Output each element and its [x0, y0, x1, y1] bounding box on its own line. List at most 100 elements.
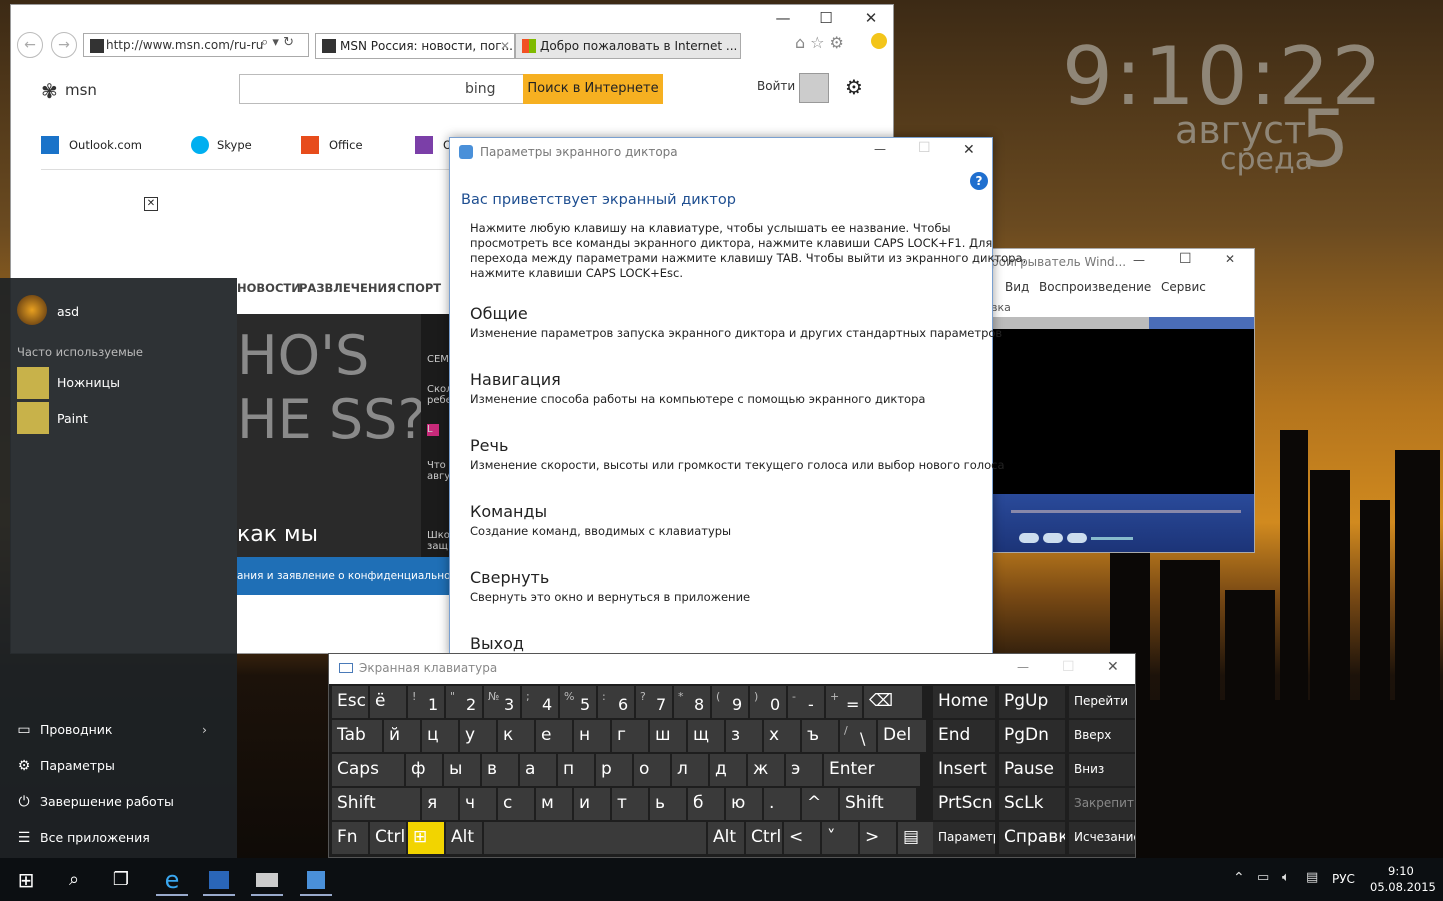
gear-icon[interactable]: ⚙	[845, 75, 863, 99]
key[interactable]: е	[536, 720, 572, 752]
key[interactable]: ⌫	[864, 686, 922, 718]
key[interactable]: ! 1	[408, 686, 444, 718]
smiley-icon[interactable]	[871, 33, 887, 49]
volume-icon[interactable]	[1067, 533, 1087, 543]
key[interactable]: Enter	[824, 754, 920, 786]
key[interactable]: щ	[688, 720, 724, 752]
start-explorer[interactable]: ▭ Проводник ›	[0, 714, 237, 746]
side-snippet[interactable]: Скол ребе	[427, 384, 451, 406]
windows-start-icon[interactable]: ⊞	[10, 864, 42, 896]
key[interactable]: Caps	[332, 754, 404, 786]
close-icon[interactable]: ✕	[1225, 252, 1235, 266]
tray-time[interactable]: 9:10	[1388, 864, 1414, 878]
key[interactable]: д	[710, 754, 746, 786]
section-minimize[interactable]: Свернуть	[470, 568, 549, 587]
osk-taskbar-icon[interactable]	[251, 864, 283, 896]
side-snippet[interactable]: Шко защ	[427, 530, 450, 552]
key[interactable]: >	[860, 822, 896, 854]
key[interactable]: м	[536, 788, 572, 820]
key[interactable]: Del	[878, 720, 926, 752]
nav-news[interactable]: НОВОСТИ	[237, 281, 301, 295]
key[interactable]: " 2	[446, 686, 482, 718]
privacy-banner[interactable]: ания и заявление о конфиденциальност	[237, 557, 451, 595]
nav-key[interactable]: Исчезание	[1069, 822, 1135, 854]
search-icon[interactable]: ⌕	[58, 864, 90, 896]
app-paint[interactable]: Paint	[57, 411, 88, 426]
search-input[interactable]: bing	[239, 74, 529, 104]
key[interactable]: № 3	[484, 686, 520, 718]
close-tab-icon[interactable]: ✕	[500, 34, 510, 58]
key[interactable]: * 8	[674, 686, 710, 718]
close-icon[interactable]: ✕	[851, 5, 891, 31]
side-snippet[interactable]: Что авгу	[427, 460, 450, 482]
video-area[interactable]	[991, 329, 1254, 494]
user-name[interactable]: asd	[57, 304, 79, 319]
language-indicator[interactable]: РУС	[1332, 872, 1355, 886]
key[interactable]: о	[634, 754, 670, 786]
login-link[interactable]: Войти	[757, 79, 795, 93]
nav-entertainment[interactable]: РАЗВЛЕЧЕНИЯ	[299, 281, 396, 295]
minimize-icon[interactable]: —	[874, 142, 886, 156]
section-commands[interactable]: Команды	[470, 502, 547, 521]
nav-sport[interactable]: СПОРТ	[397, 281, 441, 295]
avatar[interactable]	[799, 73, 829, 103]
key[interactable]: ш	[650, 720, 686, 752]
section-exit[interactable]: Выход	[470, 634, 524, 653]
key[interactable]: я	[422, 788, 458, 820]
key[interactable]: ц	[422, 720, 458, 752]
tab-welcome[interactable]: Добро пожаловать в Internet ...	[515, 33, 741, 59]
key[interactable]: у	[460, 720, 496, 752]
key[interactable]: с	[498, 788, 534, 820]
key[interactable]: ю	[726, 788, 762, 820]
menu-playback[interactable]: Воспроизведение	[1039, 280, 1151, 294]
msn-logo[interactable]: msn	[65, 81, 97, 99]
key[interactable]: ъ	[802, 720, 838, 752]
nav-key[interactable]: ScLk	[999, 788, 1065, 820]
nav-key[interactable]: Закрепить	[1069, 788, 1135, 820]
start-settings[interactable]: ⚙ Параметры	[0, 750, 237, 782]
key[interactable]: х	[764, 720, 800, 752]
key[interactable]: ) 0	[750, 686, 786, 718]
windows-key[interactable]: ⊞	[408, 822, 444, 854]
key[interactable]: п	[558, 754, 594, 786]
chevron-up-icon[interactable]: ⌃	[1233, 870, 1245, 886]
side-snippet[interactable]: L	[427, 424, 439, 436]
key[interactable]: л	[672, 754, 708, 786]
key[interactable]: Shift	[332, 788, 420, 820]
section-speech[interactable]: Речь	[470, 436, 508, 455]
narrator-taskbar-icon[interactable]	[300, 864, 332, 896]
key[interactable]: а	[520, 754, 556, 786]
back-icon[interactable]: ←	[17, 32, 43, 58]
section-general[interactable]: Общие	[470, 304, 528, 323]
key[interactable]: н	[574, 720, 610, 752]
search-icon[interactable]: ⌕ ▾ ↻	[261, 35, 294, 50]
start-all-apps[interactable]: ☰ Все приложения	[0, 822, 237, 854]
key[interactable]: Shift	[840, 788, 916, 820]
tray-date[interactable]: 05.08.2015	[1370, 880, 1436, 894]
minimize-icon[interactable]: —	[763, 5, 803, 31]
close-icon[interactable]: ✕	[1107, 659, 1119, 675]
key[interactable]: :6	[598, 686, 634, 718]
key[interactable]: и	[574, 788, 610, 820]
menu-settings[interactable]: вка	[991, 301, 1011, 314]
quicklink-office[interactable]: Office	[329, 138, 363, 152]
key[interactable]: .	[764, 788, 800, 820]
maximize-icon[interactable]: ☐	[806, 5, 846, 31]
key[interactable]: э	[786, 754, 822, 786]
nav-key[interactable]: Insert	[933, 754, 995, 786]
key[interactable]: ё	[370, 686, 406, 718]
nav-key[interactable]: PgUp	[999, 686, 1065, 718]
nav-key[interactable]: Вниз	[1069, 754, 1135, 786]
network-icon[interactable]: ▭	[1257, 870, 1269, 885]
key[interactable]: ф	[406, 754, 442, 786]
key[interactable]: в	[482, 754, 518, 786]
maximize-icon[interactable]: ☐	[1179, 251, 1192, 267]
minimize-icon[interactable]: —	[1133, 253, 1145, 267]
key[interactable]: ^	[802, 788, 838, 820]
nav-key[interactable]: Справка	[999, 822, 1065, 854]
next-icon[interactable]	[1043, 533, 1063, 543]
key[interactable]: к	[498, 720, 534, 752]
volume-icon[interactable]: 🔈︎	[1282, 870, 1290, 885]
key[interactable]: (9	[712, 686, 748, 718]
seek-bar[interactable]	[1011, 510, 1241, 513]
